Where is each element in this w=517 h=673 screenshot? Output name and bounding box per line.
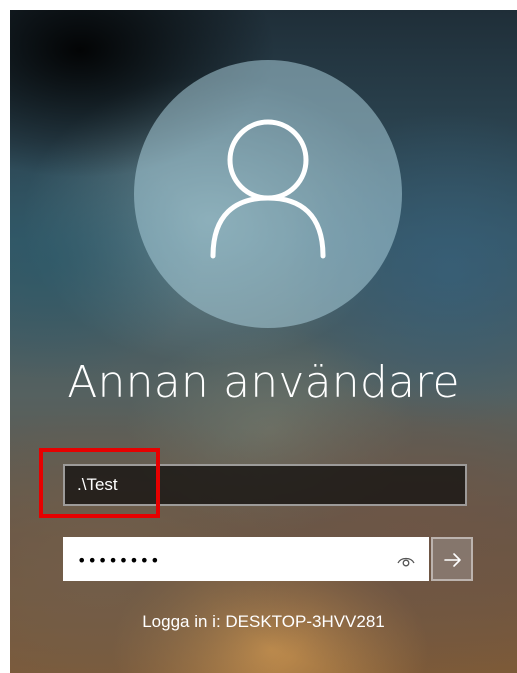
sign-in-to-label: Logga in i: DESKTOP-3HVV281 — [142, 612, 385, 631]
user-silhouette-icon — [210, 119, 326, 259]
annotation-highlight-box — [39, 448, 160, 518]
user-display-name: Annan användare — [67, 357, 460, 408]
password-input[interactable]: •••••••• — [63, 537, 429, 581]
arrow-right-icon — [444, 553, 461, 567]
eye-icon[interactable] — [397, 554, 415, 568]
submit-button[interactable] — [431, 537, 473, 581]
password-masked-value: •••••••• — [77, 551, 161, 570]
user-avatar — [134, 60, 402, 328]
password-row: •••••••• — [63, 537, 473, 581]
login-screen: Annan användare .\Test •••••••• Logga in… — [10, 10, 517, 673]
